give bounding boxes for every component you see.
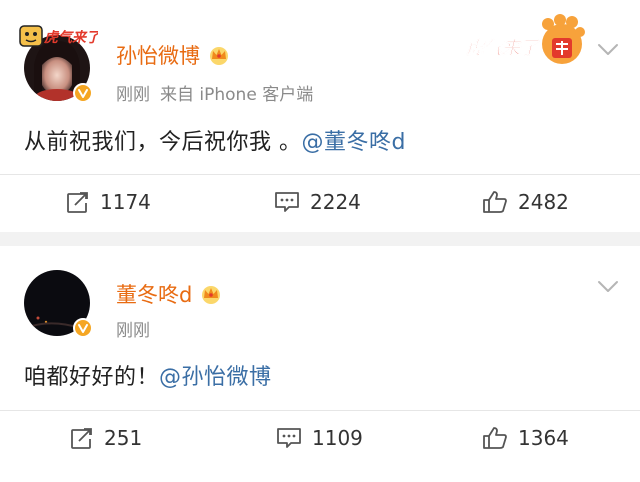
repost-button[interactable]: 251 xyxy=(70,426,142,450)
repost-button[interactable]: 1174 xyxy=(66,190,151,214)
crown-icon xyxy=(199,284,223,304)
post-time: 刚刚 xyxy=(116,85,150,105)
like-count: 2482 xyxy=(518,190,569,214)
comment-icon xyxy=(277,428,301,448)
divider xyxy=(0,174,640,175)
repost-count: 251 xyxy=(104,426,143,450)
like-button[interactable]: 2482 xyxy=(482,190,569,214)
repost-count: 1174 xyxy=(100,190,151,214)
like-button[interactable]: 1364 xyxy=(482,426,569,450)
verified-badge-icon xyxy=(73,318,93,338)
post-body: 从前祝我们，今后祝你我 。 xyxy=(24,130,302,155)
post-card-1: 虎气来了 孙怡微博 刚刚 来自 iPhone 客户端 虎气来了 从前祝我们，今后… xyxy=(0,0,640,232)
post-source: 来自 iPhone 客户端 xyxy=(160,85,314,105)
comment-button[interactable]: 1109 xyxy=(276,426,363,450)
post-card-2: 董冬咚d 刚刚 咱都好好的！@孙怡微博 251 1109 1364 xyxy=(0,246,640,482)
crown-icon xyxy=(207,45,231,65)
comment-icon xyxy=(275,192,299,212)
username-text[interactable]: 董冬咚d xyxy=(116,279,192,309)
post-time: 刚刚 xyxy=(116,321,150,341)
mention-link[interactable]: @孙怡微博 xyxy=(159,365,272,390)
header-sticker-text: 虎气来了 xyxy=(465,38,540,59)
chevron-down-icon[interactable] xyxy=(597,42,619,56)
like-count: 1364 xyxy=(518,426,569,450)
like-icon xyxy=(483,427,507,449)
repost-icon xyxy=(67,192,88,213)
header-sticker: 虎气来了 xyxy=(464,12,586,76)
comment-count: 1109 xyxy=(312,426,363,450)
post-body: 咱都好好的！ xyxy=(24,365,160,390)
divider xyxy=(0,410,640,411)
username-text[interactable]: 孙怡微博 xyxy=(116,40,200,70)
post-text: 从前祝我们，今后祝你我 。@董冬咚d xyxy=(24,124,406,156)
username[interactable]: 孙怡微博 xyxy=(116,40,231,70)
chevron-down-icon[interactable] xyxy=(597,279,619,293)
post-meta: 刚刚 来自 iPhone 客户端 xyxy=(116,80,313,105)
post-meta: 刚刚 xyxy=(116,316,150,341)
avatar-sticker: 虎气来了 xyxy=(18,20,102,54)
like-icon xyxy=(483,191,507,213)
username[interactable]: 董冬咚d xyxy=(116,279,223,309)
verified-badge-icon xyxy=(73,83,93,103)
post-text: 咱都好好的！@孙怡微博 xyxy=(24,359,272,391)
comment-count: 2224 xyxy=(310,190,361,214)
mention-link[interactable]: @董冬咚d xyxy=(302,130,406,155)
sticker-text: 虎气来了 xyxy=(43,29,98,46)
repost-icon xyxy=(71,428,92,449)
comment-button[interactable]: 2224 xyxy=(274,190,361,214)
